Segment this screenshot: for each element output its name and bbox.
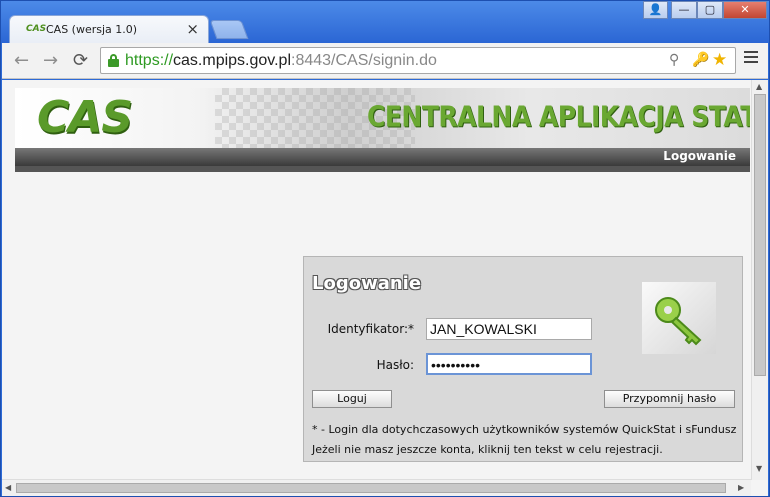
key-icon[interactable]: 🔑 [692,52,709,68]
horizontal-scrollbar[interactable]: ◀ ▶ [2,479,751,496]
identifier-label: Identyfikator:* [327,322,414,336]
identifier-input[interactable]: JAN_KOWALSKI [426,318,592,340]
scroll-right-icon[interactable]: ▶ [738,483,744,492]
key-graphic-icon [642,282,716,354]
page-viewport: CAS CENTRALNA APLIKACJA STATYSTYCZNA Log… [2,80,768,496]
browser-tab[interactable]: CAS CAS (wersja 1.0) × [9,15,209,43]
login-button[interactable]: Loguj [312,390,392,408]
menu-icon[interactable] [744,51,758,65]
new-tab-button[interactable] [209,20,249,39]
lock-icon [108,54,119,67]
url-path: :8443/CAS/signin.do [291,52,437,69]
forward-icon[interactable]: → [43,50,58,71]
close-window-button[interactable]: ✕ [723,1,767,19]
title-bar: CAS CAS (wersja 1.0) × 👤 — ▢ ✕ [1,1,769,43]
header-bar: Logowanie [15,148,750,166]
url-host: cas.mpips.gov.pl [173,52,292,69]
vertical-scrollbar[interactable]: ▲ ▼ [751,80,768,480]
scroll-down-icon[interactable]: ▼ [756,464,762,473]
address-bar[interactable]: https://cas.mpips.gov.pl:8443/CAS/signin… [100,47,736,74]
minimize-button[interactable]: — [671,1,697,19]
url-text[interactable]: https://cas.mpips.gov.pl:8443/CAS/signin… [125,52,437,70]
horizontal-scroll-thumb[interactable] [16,483,726,493]
scroll-up-icon[interactable]: ▲ [756,82,762,91]
reload-icon[interactable]: ⟳ [73,50,88,71]
url-scheme: https:// [125,52,174,69]
vertical-scroll-thumb[interactable] [754,94,766,376]
profile-button[interactable]: 👤 [643,1,668,19]
tab-close-icon[interactable]: × [186,20,199,38]
header-divider [15,166,750,172]
back-icon[interactable]: ← [14,50,29,71]
remind-password-button[interactable]: Przypomnij hasło [604,390,735,408]
scroll-left-icon[interactable]: ◀ [5,483,11,492]
bookmark-star-icon[interactable]: ★ [712,50,727,70]
login-panel: Logowanie Identyfikator:* JAN_KOWALSKI H… [303,256,743,462]
zoom-icon[interactable]: ⚲ [669,52,679,68]
tab-favicon-icon: CAS [26,24,47,34]
maximize-button[interactable]: ▢ [697,1,723,19]
browser-window: CAS CAS (wersja 1.0) × 👤 — ▢ ✕ ← → ⟳ htt… [0,0,770,497]
header-title: CENTRALNA APLIKACJA STATYSTYCZNA [367,99,750,134]
login-title: Logowanie [312,273,422,294]
login-note: * - Login dla dotychczasowych użytkownik… [312,423,737,436]
password-label: Hasło: [376,358,414,372]
cas-logo: CAS [37,92,133,143]
site-header: CAS CENTRALNA APLIKACJA STATYSTYCZNA [15,88,750,148]
browser-toolbar: ← → ⟳ https://cas.mpips.gov.pl:8443/CAS/… [2,43,768,79]
password-input[interactable]: •••••••••• [426,353,592,375]
tab-title: CAS (wersja 1.0) [46,23,138,36]
header-bar-label: Logowanie [663,149,736,163]
register-link[interactable]: Jeżeli nie masz jeszcze konta, kliknij t… [312,443,663,456]
